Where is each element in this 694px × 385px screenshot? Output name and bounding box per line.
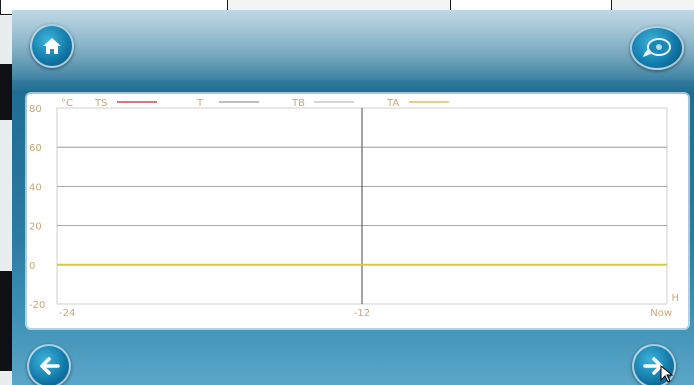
- legend-label-tb: TB: [291, 98, 305, 109]
- y-tick-label: 80: [29, 104, 42, 115]
- bezel-block-lower: [0, 271, 12, 371]
- home-icon: [43, 38, 61, 54]
- chart-canvas: 80 60 40 20 0 -20 -24 -12 Now H °C TS T TB TA: [29, 98, 679, 319]
- arrow-left-icon: [40, 357, 60, 375]
- home-button[interactable]: [30, 24, 74, 68]
- header-sheen: [12, 10, 694, 80]
- chat-bubble-icon: [643, 38, 671, 57]
- y-tick-label: 40: [29, 182, 42, 193]
- x-tick-label: -24: [59, 308, 75, 319]
- x-tick-label: Now: [650, 308, 672, 319]
- y-unit-label: °C: [61, 98, 73, 109]
- legend-label-ts: TS: [94, 98, 107, 109]
- y-tick-label: 0: [29, 261, 35, 272]
- x-unit-label: H: [671, 293, 679, 304]
- y-tick-label: 60: [29, 143, 42, 154]
- mouse-cursor-icon: [660, 365, 674, 383]
- legend-label-t: T: [196, 98, 204, 109]
- device-screen: 80 60 40 20 0 -20 -24 -12 Now H °C TS T TB TA: [12, 10, 694, 385]
- history-chart: 80 60 40 20 0 -20 -24 -12 Now H °C TS T TB TA: [27, 94, 688, 328]
- back-button[interactable]: [27, 344, 71, 385]
- y-tick-label: -20: [29, 300, 45, 311]
- chat-button[interactable]: [630, 26, 684, 70]
- y-tick-label: 20: [29, 222, 42, 233]
- legend-label-ta: TA: [386, 98, 399, 109]
- x-tick-label: -12: [354, 308, 370, 319]
- bezel-block-upper: [0, 64, 12, 120]
